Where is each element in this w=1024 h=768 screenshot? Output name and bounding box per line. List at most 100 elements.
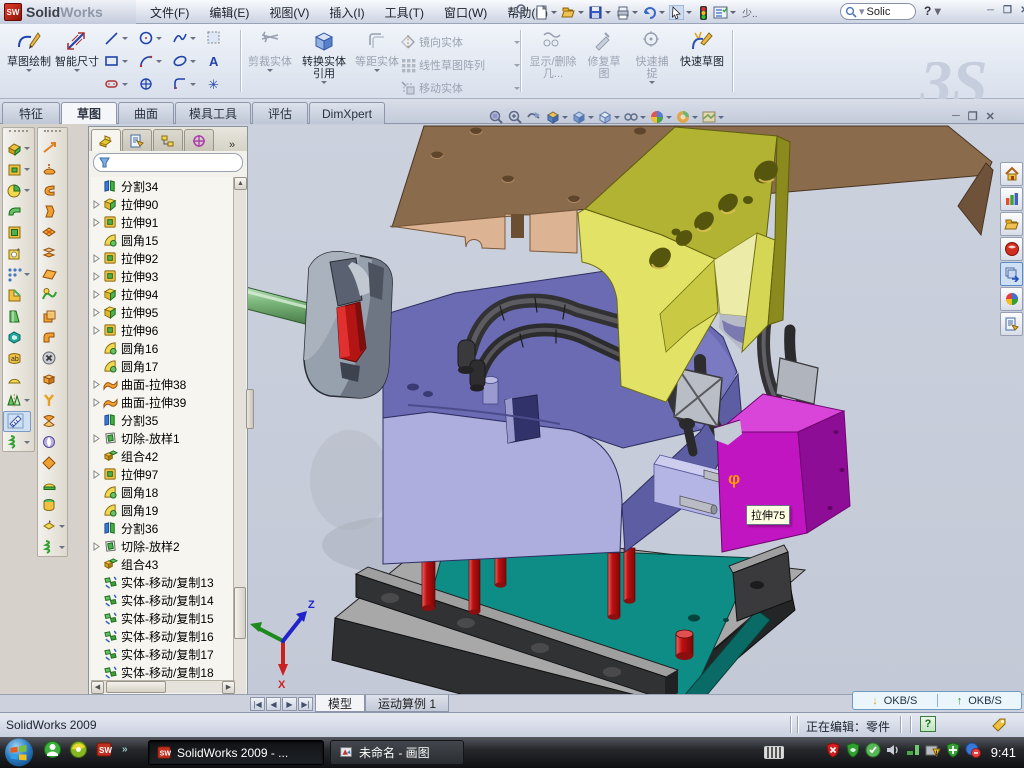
move-entities-button[interactable]: 移动实体 [400,77,520,99]
edit-appearance-icon[interactable] [649,109,665,125]
tree-item[interactable]: 切除-放样1 [91,429,233,447]
tree-item[interactable]: 拉伸91 [91,213,233,231]
ellipse-icon[interactable] [172,53,189,70]
clamp-block-gray[interactable] [304,252,392,398]
help-icon[interactable]: ? ▾ [924,4,941,18]
tree-item[interactable]: 拉伸92 [91,249,233,267]
bottom-tab-1[interactable]: 运动算例 1 [365,695,449,712]
rib-icon[interactable] [3,285,31,306]
draft2-icon[interactable] [38,138,66,159]
tree-item[interactable]: 拉伸90 [91,195,233,213]
dome-icon[interactable] [3,369,31,390]
solidworks-resources-tab[interactable] [1000,237,1023,261]
taskbar-item-solidworks[interactable]: SW SolidWorks 2009 - ... [148,740,324,765]
pin-red-stub[interactable] [676,630,693,660]
warning-tray-icon[interactable]: ! [925,742,941,758]
tab-propertymanager[interactable] [122,129,152,151]
options-icon[interactable] [713,5,728,20]
fan-icon[interactable] [38,411,66,432]
tree-item[interactable]: 实体-移动/复制17 [91,645,233,663]
swept-boss-icon[interactable] [3,201,31,222]
pin-icon[interactable] [514,4,528,20]
wrap-icon[interactable]: ab [3,348,31,369]
tree-item[interactable]: 曲面-拉伸38 [91,375,233,393]
bottom-tab-0[interactable]: 模型 [315,695,365,712]
text-icon[interactable]: A [206,53,223,70]
shell-icon[interactable] [3,327,31,348]
security-quicklaunch-icon[interactable] [70,741,87,758]
offset-entities-button[interactable]: 等距实体 [354,27,400,96]
tab-featuremanager[interactable] [91,129,121,151]
help-status-icon[interactable]: ? [920,716,936,732]
messenger-tray-icon[interactable] [965,742,981,758]
update-tray-icon[interactable] [865,742,881,758]
zoom-area-icon[interactable] [507,109,523,125]
new-document-icon[interactable] [534,5,549,20]
volume-tray-icon[interactable] [885,742,901,758]
antivirus-tray-icon[interactable] [825,742,841,758]
extruded-cut-icon[interactable] [3,159,31,180]
freeform-icon[interactable] [38,516,66,537]
menu-2[interactable]: 视图(V) [259,0,319,25]
panel-splitter[interactable] [246,389,254,429]
file-explorer-tab[interactable] [1000,212,1023,236]
cylinder-icon[interactable] [38,495,66,516]
scroll-thumb[interactable] [234,587,246,639]
menu-0[interactable]: 文件(F) [140,0,199,25]
security-shield-tray-icon[interactable] [845,742,861,758]
measure-icon[interactable] [3,411,31,432]
tree-item[interactable]: 圆角17 [91,357,233,375]
intersect-icon[interactable] [38,243,66,264]
viewport-close-icon[interactable]: ✕ [986,110,995,123]
point-icon[interactable] [138,76,155,93]
tree-item[interactable]: 实体-移动/复制16 [91,627,233,645]
menu-4[interactable]: 工具(T) [375,0,434,25]
messenger-quicklaunch-icon[interactable] [44,741,61,758]
quicklaunch-more-chevron[interactable]: » [122,744,128,755]
plane-icon[interactable] [38,264,66,285]
tree-horizontal-scrollbar[interactable]: ◀ ▶ [91,680,235,693]
tree-filter-input[interactable] [93,153,243,172]
tree-item[interactable]: 拉伸96 [91,321,233,339]
start-button[interactable] [2,737,36,768]
smart-dimension-button[interactable]: 智能尺寸 [54,27,100,96]
convert-entities-button[interactable]: 转换实体引用 [298,27,350,96]
minimize-button[interactable]: ─ [984,5,997,18]
elbow-icon[interactable] [38,327,66,348]
undo-icon[interactable] [642,5,657,20]
tree-item[interactable]: 实体-移动/复制14 [91,591,233,609]
trim-entities-button[interactable]: 剪裁实体 [246,27,294,96]
tree-item[interactable]: 分割36 [91,519,233,537]
tree-item[interactable]: 实体-移动/复制13 [91,573,233,591]
tree-item[interactable]: 实体-移动/复制18 [91,663,233,681]
viewport-restore-icon[interactable]: ❐ [968,110,978,123]
tree-item[interactable]: 圆角19 [91,501,233,519]
keyboard-tray-icon[interactable] [764,746,784,759]
tree-item[interactable]: 实体-移动/复制15 [91,609,233,627]
view-settings-icon[interactable] [701,109,717,125]
repair-sketch-button[interactable]: 修复草图 [582,27,626,96]
previous-view-icon[interactable] [526,109,542,125]
search-box[interactable]: ▾Solic [840,3,916,20]
taskbar-item-paint[interactable]: 未命名 - 画图 [330,740,464,765]
tree-item[interactable]: 拉伸93 [91,267,233,285]
dome2-icon[interactable] [38,159,66,180]
scroll-right-icon[interactable]: ▶ [222,681,235,694]
tree-item[interactable]: 切除-放样2 [91,537,233,555]
tree-item[interactable]: 组合42 [91,447,233,465]
tree-item[interactable]: 曲面-拉伸39 [91,393,233,411]
appearances-tab[interactable] [1000,287,1023,311]
tag-icon[interactable] [990,716,1008,734]
tab-特征[interactable]: 特征 [2,102,60,124]
zoom-fit-icon[interactable] [488,109,504,125]
tree-item[interactable]: 分割34 [91,177,233,195]
circle-icon[interactable] [138,30,155,47]
traffic-light-icon[interactable] [696,5,711,20]
tab-dimxpert[interactable]: DimXpert [309,102,385,124]
home-tab[interactable] [1000,162,1023,186]
select-arrow-icon[interactable] [669,5,684,20]
custom-properties-tab[interactable] [1000,312,1023,336]
section-view-icon[interactable] [545,109,561,125]
delete-icon[interactable] [38,348,66,369]
slot-icon[interactable] [104,76,121,93]
